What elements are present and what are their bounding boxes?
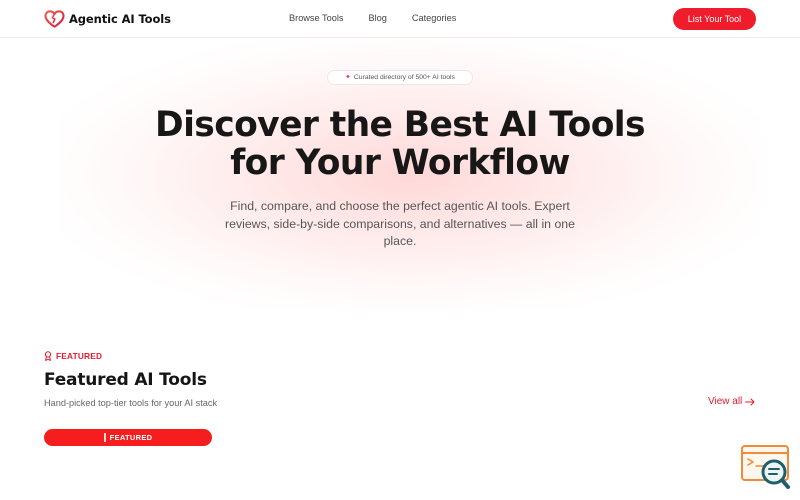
main-nav: Browse Tools Blog Categories — [289, 13, 456, 23]
hero-subtitle: Find, compare, and choose the perfect ag… — [225, 199, 575, 248]
arrow-right-icon — [745, 398, 755, 405]
brand-logo-link[interactable]: Agentic AI Tools — [44, 9, 171, 29]
featured-card-badge-text: FEATURED — [109, 433, 153, 442]
heart-logo-icon — [44, 10, 65, 28]
sparkle-icon: ✦ — [345, 74, 351, 81]
featured-eyebrow: FEATURED — [44, 351, 102, 361]
featured-section-subtitle: Hand-picked top-tier tools for your AI s… — [44, 398, 218, 408]
nav-categories[interactable]: Categories — [412, 13, 456, 23]
view-all-text: View all — [708, 396, 743, 407]
brand-name: Agentic AI Tools — [69, 12, 171, 26]
featured-card-badge: FEATURED — [44, 429, 212, 446]
view-all-link[interactable]: View all — [708, 396, 755, 407]
hero-section: ✦ Curated directory of 500+ AI tools Dis… — [0, 38, 800, 298]
featured-eyebrow-text: FEATURED — [56, 351, 103, 361]
hero-title: Discover the Best AI Tools for Your Work… — [100, 106, 700, 182]
nav-browse-tools[interactable]: Browse Tools — [289, 13, 343, 23]
hero-title-line-2: for Your Workflow — [230, 143, 570, 183]
nav-blog[interactable]: Blog — [368, 13, 386, 23]
hero-badge: ✦ Curated directory of 500+ AI tools — [327, 70, 473, 85]
hero-title-line-1: Discover the Best AI Tools — [155, 105, 646, 145]
award-ribbon-icon — [44, 351, 52, 361]
search-chat-widget-icon — [741, 445, 790, 489]
search-chat-widget[interactable] — [740, 444, 792, 490]
list-your-tool-button[interactable]: List Your Tool — [673, 8, 756, 30]
hero-badge-text: Curated directory of 500+ AI tools — [353, 74, 455, 81]
featured-section-title: Featured AI Tools — [44, 370, 207, 390]
badge-marker-icon — [103, 433, 106, 442]
site-header: Agentic AI Tools Browse Tools Blog Categ… — [0, 0, 800, 38]
